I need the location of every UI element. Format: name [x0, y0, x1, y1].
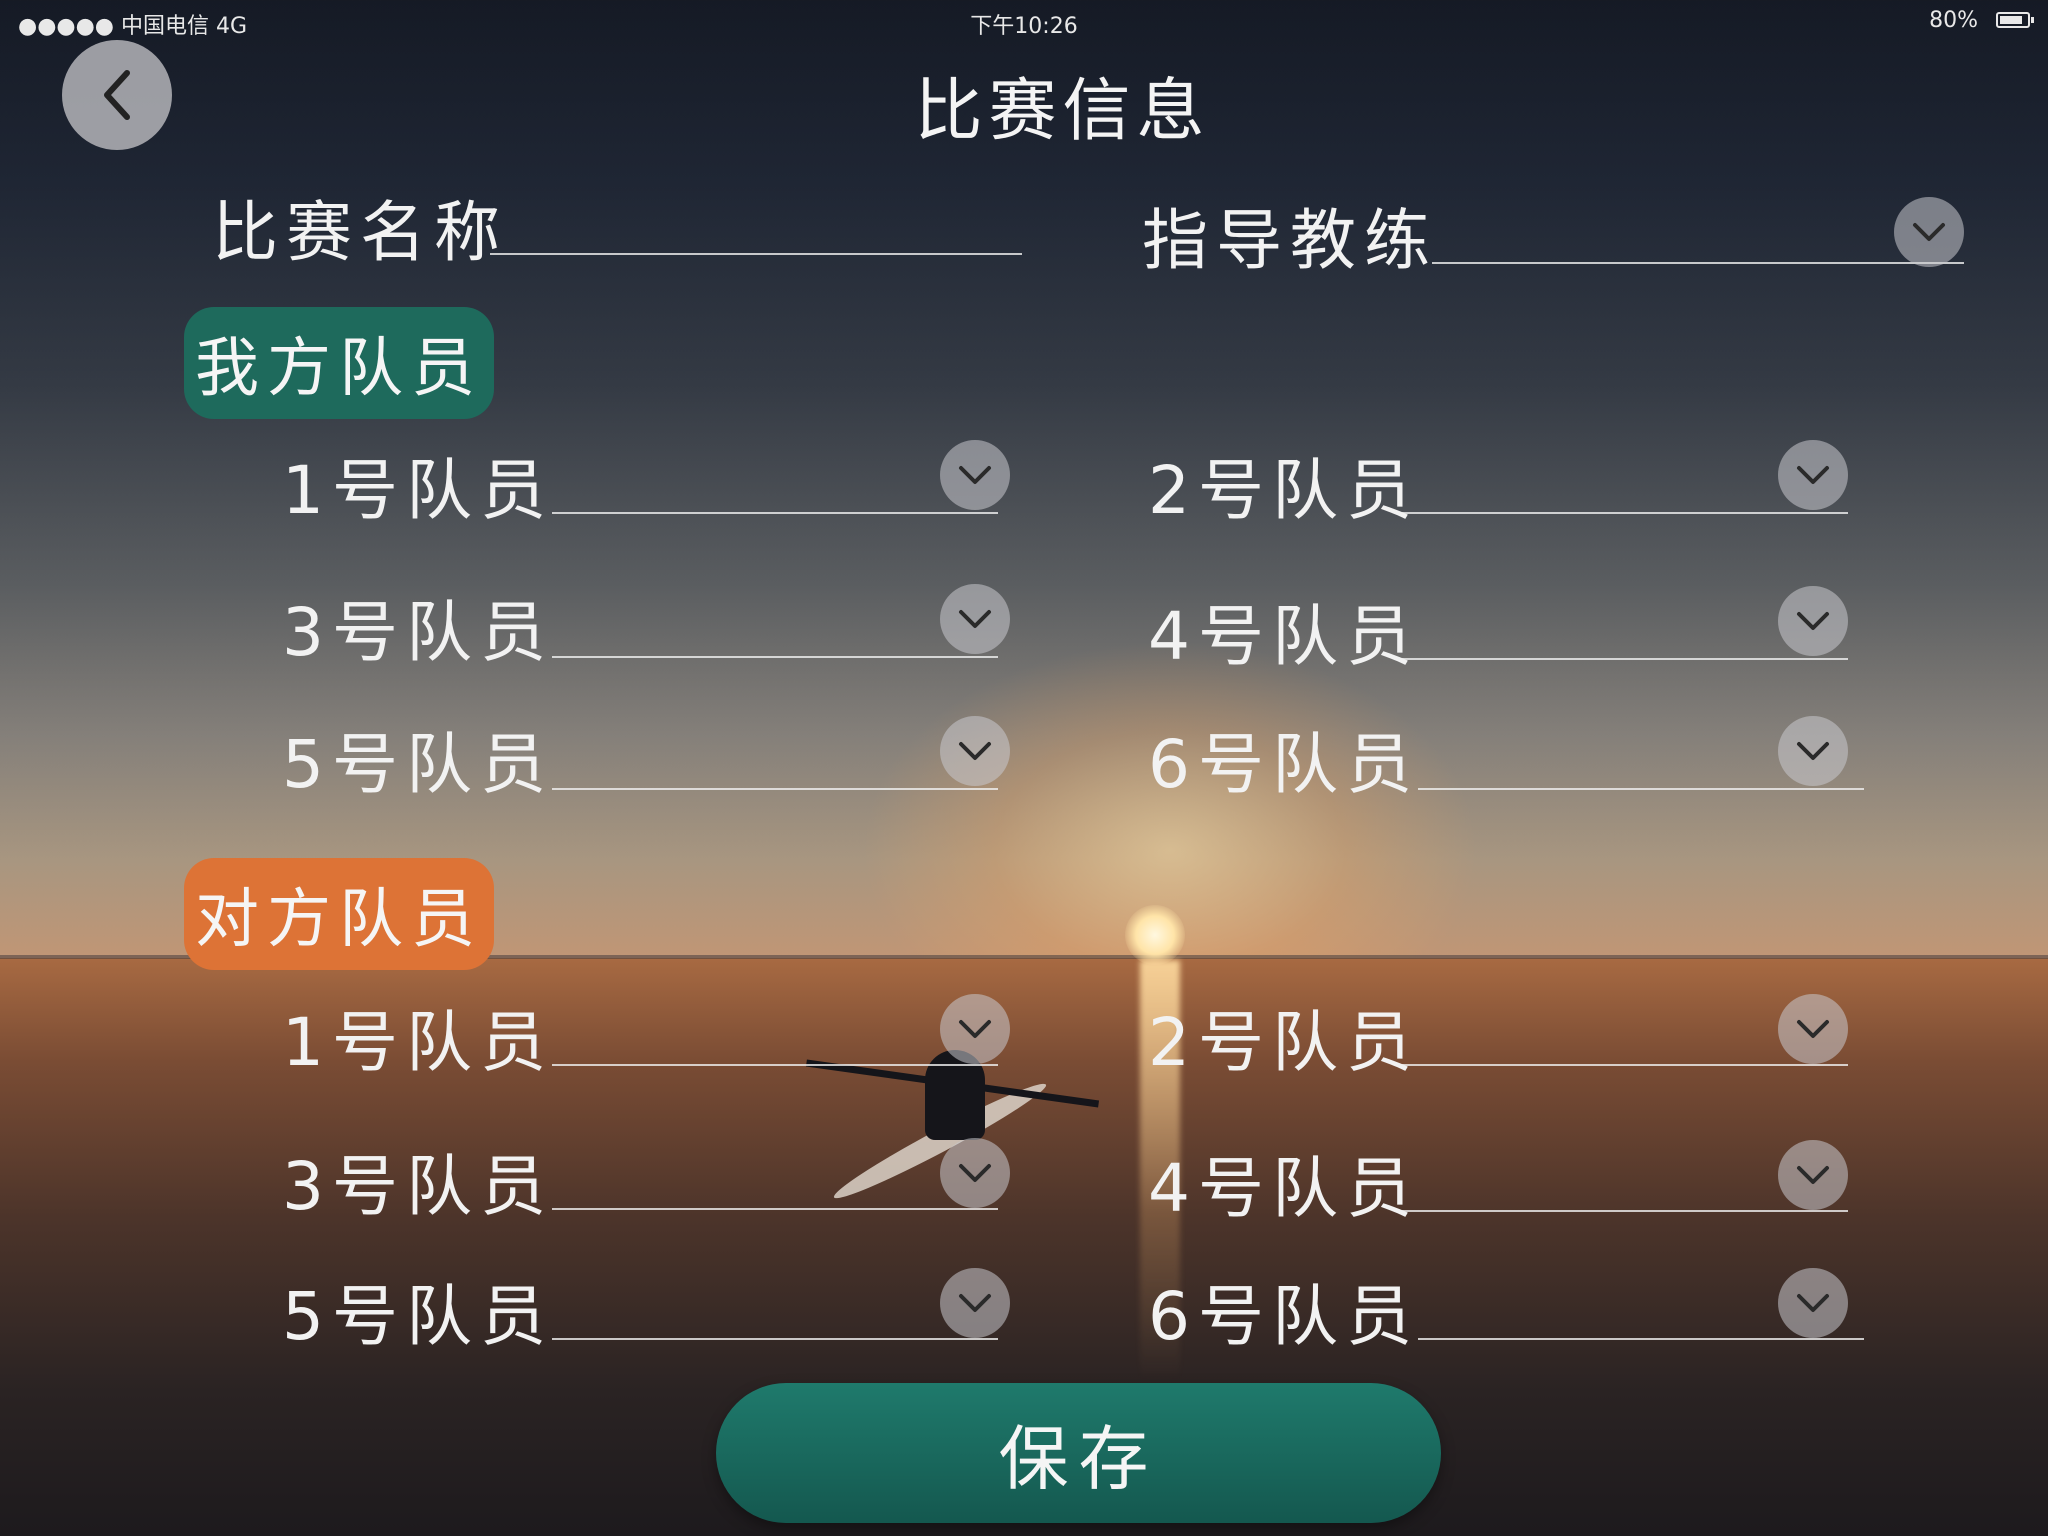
chevron-down-icon [959, 742, 991, 760]
our-player-2-dropdown[interactable] [1778, 440, 1848, 510]
chevron-down-icon [959, 1020, 991, 1038]
our-player-3-select[interactable] [552, 656, 998, 658]
chevron-down-icon [959, 610, 991, 628]
opponent-player-4-label: 4号队员 [1148, 1150, 1420, 1227]
our-player-6-select[interactable] [1418, 788, 1864, 790]
our-player-6-dropdown[interactable] [1778, 716, 1848, 786]
opponent-team-heading: 对方队员 [184, 858, 494, 970]
battery-icon [1996, 12, 2034, 28]
our-player-4-dropdown[interactable] [1778, 586, 1848, 656]
match-name-input[interactable] [490, 253, 1022, 255]
opponent-player-2-label: 2号队员 [1148, 1004, 1420, 1081]
opponent-player-6-dropdown[interactable] [1778, 1268, 1848, 1338]
status-bar: ●●●●● 中国电信 4G 下午10:26 80% [0, 0, 2048, 40]
our-player-1-label: 1号队员 [282, 452, 554, 529]
chevron-down-icon [1797, 466, 1829, 484]
opponent-player-5-select[interactable] [552, 1338, 998, 1340]
our-player-2-label: 2号队员 [1148, 452, 1420, 529]
battery-percent: 80% [1929, 8, 1978, 33]
opponent-player-6-label: 6号队员 [1148, 1278, 1420, 1355]
opponent-player-3-select[interactable] [552, 1208, 998, 1210]
our-player-3-label: 3号队员 [282, 594, 554, 671]
save-button[interactable]: 保存 [716, 1383, 1441, 1523]
chevron-down-icon [1797, 1020, 1829, 1038]
chevron-down-icon [1797, 742, 1829, 760]
our-player-6-label: 6号队员 [1148, 726, 1420, 803]
our-player-4-label: 4号队员 [1148, 598, 1420, 675]
our-player-5-select[interactable] [552, 788, 998, 790]
our-player-2-select[interactable] [1398, 512, 1848, 514]
chevron-down-icon [1797, 1166, 1829, 1184]
coach-label: 指导教练 [1142, 202, 1438, 279]
chevron-down-icon [1797, 612, 1829, 630]
opponent-player-5-label: 5号队员 [282, 1278, 554, 1355]
page-title: 比赛信息 [914, 72, 1211, 151]
chevron-down-icon [959, 1294, 991, 1312]
chevron-down-icon [1913, 223, 1945, 241]
our-player-3-dropdown[interactable] [940, 584, 1010, 654]
coach-dropdown-button[interactable] [1894, 197, 1964, 267]
sun [1125, 905, 1185, 965]
our-player-1-dropdown[interactable] [940, 440, 1010, 510]
chevron-down-icon [1797, 1294, 1829, 1312]
opponent-player-2-dropdown[interactable] [1778, 994, 1848, 1064]
opponent-player-1-dropdown[interactable] [940, 994, 1010, 1064]
opponent-player-3-label: 3号队员 [282, 1148, 554, 1225]
our-player-4-select[interactable] [1398, 658, 1848, 660]
match-name-label: 比赛名称 [212, 194, 508, 271]
opponent-player-5-dropdown[interactable] [940, 1268, 1010, 1338]
clock: 下午10:26 [970, 14, 1078, 39]
our-player-5-label: 5号队员 [282, 726, 554, 803]
opponent-player-3-dropdown[interactable] [940, 1138, 1010, 1208]
opponent-player-1-select[interactable] [552, 1064, 998, 1066]
opponent-player-2-select[interactable] [1398, 1064, 1848, 1066]
opponent-player-4-select[interactable] [1398, 1210, 1848, 1212]
chevron-down-icon [959, 1164, 991, 1182]
our-player-5-dropdown[interactable] [940, 716, 1010, 786]
opponent-player-4-dropdown[interactable] [1778, 1140, 1848, 1210]
opponent-player-6-select[interactable] [1418, 1338, 1864, 1340]
our-team-heading: 我方队员 [184, 307, 494, 419]
chevron-down-icon [959, 466, 991, 484]
opponent-player-1-label: 1号队员 [282, 1004, 554, 1081]
our-player-1-select[interactable] [552, 512, 998, 514]
coach-select[interactable] [1432, 262, 1964, 264]
